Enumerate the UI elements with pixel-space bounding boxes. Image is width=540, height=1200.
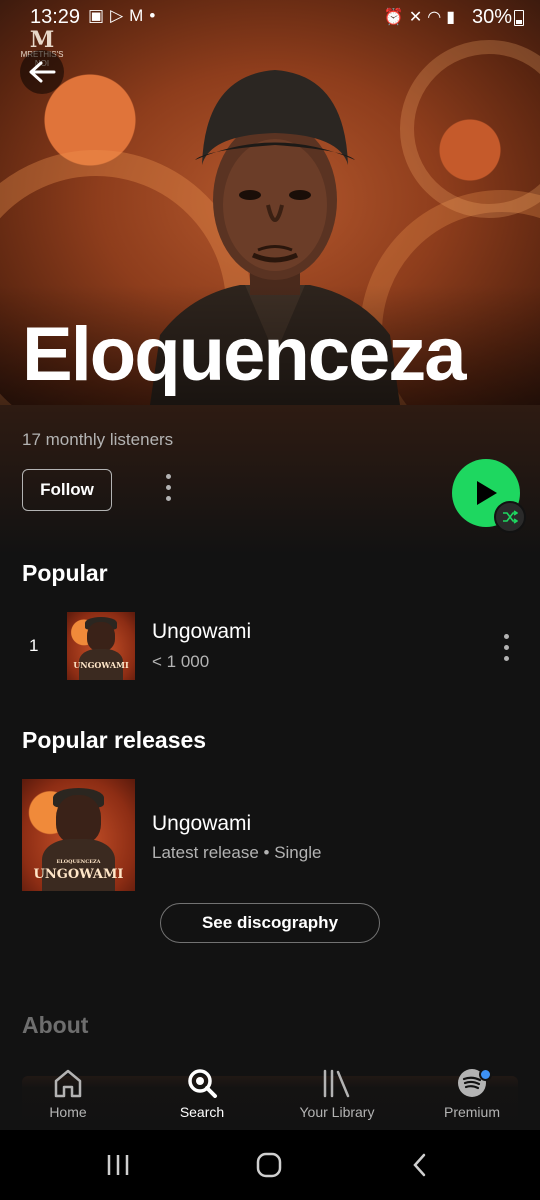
- signal-icon: ▮: [446, 9, 460, 26]
- battery-percent: 30%: [471, 6, 512, 28]
- dot-icon: •: [149, 6, 162, 25]
- search-icon: [188, 1069, 217, 1098]
- gallery-icon: ▣: [88, 6, 111, 25]
- track-plays: < 1 000: [152, 652, 210, 671]
- home-system-button[interactable]: [249, 1150, 289, 1180]
- home-circle-icon: [256, 1152, 282, 1178]
- monthly-listeners: 17 monthly listeners: [22, 430, 174, 449]
- home-icon: [54, 1069, 82, 1098]
- gmail-icon: M: [129, 6, 150, 25]
- chevron-left-icon: [413, 1153, 426, 1177]
- notification-icons: ▣▷M•: [88, 6, 161, 26]
- release-cover-art[interactable]: ELOQUENCEZA UNGOWAMI: [22, 779, 135, 891]
- track-more-button[interactable]: [498, 634, 514, 664]
- track-rank: 1: [29, 636, 39, 655]
- play-store-icon: ▷: [110, 6, 130, 25]
- release-title[interactable]: Ungowami: [152, 812, 251, 836]
- track-cover-art: UNGOWAMI: [67, 612, 135, 680]
- status-time: 13:29: [30, 6, 81, 28]
- recent-apps-button[interactable]: [98, 1150, 138, 1180]
- follow-button[interactable]: Follow: [22, 469, 112, 511]
- nav-search[interactable]: Search: [147, 1068, 257, 1120]
- shuffle-icon: [503, 510, 518, 524]
- system-icons: ⏰✕◠▮: [384, 7, 460, 27]
- battery-icon: [514, 10, 524, 26]
- track-title: Ungowami: [152, 620, 252, 643]
- more-options-button[interactable]: [160, 474, 176, 504]
- track-row[interactable]: 1 UNGOWAMI: [0, 610, 540, 682]
- artist-name: Eloquenceza: [22, 312, 467, 397]
- back-button[interactable]: [20, 50, 64, 94]
- popular-heading: Popular: [22, 560, 108, 586]
- shuffle-button[interactable]: [494, 501, 526, 533]
- bottom-navigation: Home Search Your Library Premium: [0, 1060, 540, 1130]
- system-navigation-bar: [0, 1130, 540, 1200]
- play-icon: [477, 481, 497, 505]
- mute-icon: ✕: [408, 9, 428, 26]
- popular-releases-heading: Popular releases: [22, 727, 207, 753]
- nav-your-library[interactable]: Your Library: [282, 1068, 392, 1120]
- alarm-icon: ⏰: [383, 9, 409, 26]
- system-back-button[interactable]: [400, 1150, 440, 1180]
- nav-home[interactable]: Home: [13, 1068, 123, 1120]
- about-heading: About: [22, 1012, 89, 1038]
- recent-apps-icon: [107, 1155, 129, 1175]
- notification-dot: [479, 1068, 492, 1081]
- library-icon: [323, 1069, 350, 1098]
- see-discography-button[interactable]: See discography: [160, 903, 380, 943]
- release-subtitle: Latest release • Single: [152, 843, 322, 862]
- nav-premium[interactable]: Premium: [417, 1068, 527, 1120]
- arrow-left-icon: [29, 61, 56, 83]
- wifi-icon: ◠: [427, 9, 447, 26]
- status-bar: 13:29 ▣▷M• ⏰✕◠▮ 30%: [0, 0, 540, 34]
